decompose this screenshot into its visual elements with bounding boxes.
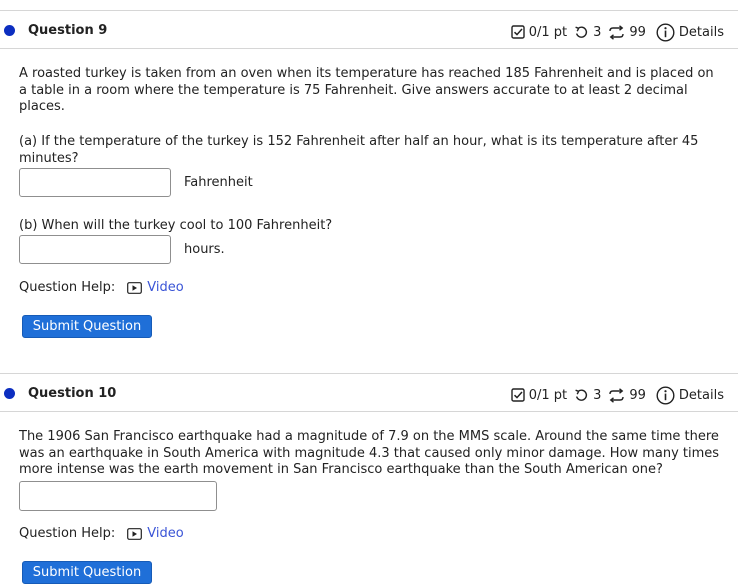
- q10-top-divider: [0, 373, 738, 374]
- q10-video-link[interactable]: Video: [127, 526, 184, 541]
- q9-help-label: Question Help:: [19, 280, 116, 295]
- checkbox-score-icon: [510, 25, 525, 39]
- q10-retry[interactable]: 3: [574, 388, 601, 403]
- q9-title: Question 9: [28, 22, 108, 38]
- q9-part-a-prompt: (a) If the temperature of the turkey is …: [19, 134, 699, 166]
- q9-retry[interactable]: 3: [574, 25, 601, 40]
- q9-submit-button[interactable]: Submit Question: [22, 315, 152, 338]
- retry-icon: [575, 388, 588, 401]
- video-play-icon: [127, 281, 143, 294]
- q10-meta: 0/1 pt 3 99 Details: [510, 385, 724, 405]
- q10-question-help: Question Help: Video: [19, 526, 184, 541]
- question-status-dot-icon: [4, 24, 15, 36]
- q10-video-label: Video: [147, 526, 184, 541]
- q9-part-a-input[interactable]: [19, 168, 171, 197]
- q10-header: Question 10: [4, 383, 116, 403]
- q9-attempts-text: 99: [629, 24, 646, 40]
- q9-video-label: Video: [147, 280, 184, 295]
- q9-top-divider: [0, 10, 738, 11]
- q10-details-link[interactable]: Details: [656, 385, 724, 405]
- q9-score-text: 0/1 pt: [528, 24, 568, 40]
- q9-part-b-unit: hours.: [184, 242, 225, 257]
- q9-details-text: Details: [678, 24, 724, 40]
- q9-details-link[interactable]: Details: [656, 22, 724, 42]
- question-status-dot-icon: [4, 387, 15, 399]
- q10-title: Question 10: [28, 385, 117, 401]
- q10-header-divider: [0, 411, 738, 412]
- attempts-cycle-icon: [609, 387, 625, 403]
- q10-score: 0/1 pt: [510, 387, 568, 403]
- info-icon: [656, 385, 675, 405]
- q9-part-b-prompt: (b) When will the turkey cool to 100 Fah…: [19, 218, 333, 233]
- retry-icon: [575, 25, 588, 38]
- q10-details-text: Details: [678, 387, 724, 403]
- info-icon: [656, 22, 675, 42]
- q9-attempts: 99: [608, 25, 646, 40]
- q9-part-b-input[interactable]: [19, 235, 171, 264]
- q10-attempts: 99: [608, 388, 646, 403]
- q9-video-link[interactable]: Video: [127, 280, 184, 295]
- q10-body: The 1906 San Francisco earthquake had a …: [19, 429, 720, 477]
- q9-header: Question 9: [4, 20, 107, 40]
- q10-attempts-text: 99: [629, 387, 646, 403]
- q9-score: 0/1 pt: [510, 24, 568, 40]
- q9-header-divider: [0, 48, 738, 49]
- q10-answer-input[interactable]: [19, 481, 217, 511]
- q9-part-a-unit: Fahrenheit: [184, 175, 253, 190]
- q10-retries-text: 3: [593, 387, 602, 403]
- q9-retries-text: 3: [593, 24, 602, 40]
- q10-help-label: Question Help:: [19, 526, 116, 541]
- attempts-cycle-icon: [609, 24, 625, 40]
- video-play-icon: [127, 527, 143, 540]
- q10-score-text: 0/1 pt: [528, 387, 568, 403]
- q9-question-help: Question Help: Video: [19, 280, 184, 295]
- q9-intro: A roasted turkey is taken from an oven w…: [19, 66, 714, 114]
- checkbox-score-icon: [510, 388, 525, 402]
- q9-meta: 0/1 pt 3 99 Details: [510, 22, 724, 42]
